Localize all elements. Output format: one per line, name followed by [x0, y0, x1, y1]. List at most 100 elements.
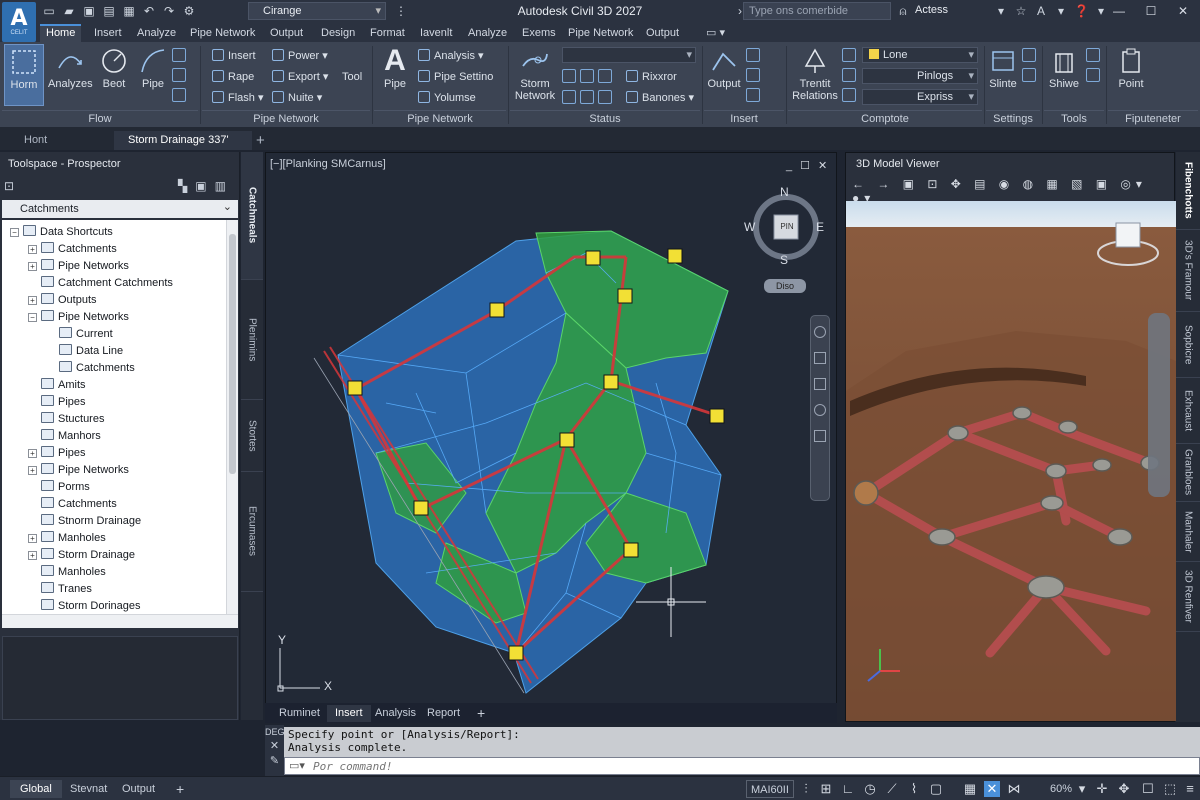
- isolate-objects-icon[interactable]: ☐: [1140, 781, 1156, 797]
- workspace-select[interactable]: Cirange: [248, 2, 386, 20]
- nuite-tool-button[interactable]: Nuite ▾: [272, 90, 322, 106]
- tree-item[interactable]: − Data Shortcuts: [10, 224, 113, 241]
- power-tool-button[interactable]: Power ▾: [272, 48, 328, 64]
- new-icon[interactable]: ▭: [42, 4, 56, 18]
- tree-vertical-scrollbar[interactable]: [226, 220, 238, 614]
- font-a-icon[interactable]: A: [1034, 4, 1048, 18]
- collapse-icon[interactable]: −: [28, 313, 37, 322]
- workspace-switch-icon[interactable]: ⋈: [1006, 781, 1022, 797]
- tool-button[interactable]: Tool: [342, 69, 362, 85]
- ribbon-tab-output[interactable]: Output: [264, 24, 309, 42]
- tree-item[interactable]: + Manholes: [28, 530, 106, 547]
- structure-marker[interactable]: [623, 542, 639, 558]
- settings-b-icon[interactable]: [1022, 68, 1036, 82]
- dropdown-icon[interactable]: ▾: [994, 4, 1008, 18]
- tree-item[interactable]: Manhors: [28, 428, 101, 445]
- right-tab-3d-renfiver[interactable]: 3D Renfiver: [1176, 562, 1200, 632]
- ribbon-tab-analyze-2[interactable]: Analyze: [462, 24, 513, 42]
- polyline-icon[interactable]: [172, 68, 186, 82]
- tools-panel-title[interactable]: Tools: [1044, 110, 1104, 126]
- expriss-select[interactable]: Expriss: [862, 89, 978, 105]
- ribbon-tab-home[interactable]: Home: [40, 24, 82, 42]
- tree-item[interactable]: Catchment Catchments: [28, 275, 173, 292]
- insert-c-icon[interactable]: [746, 88, 760, 102]
- ribbon-tab-insert[interactable]: Insert: [88, 24, 128, 42]
- prospector-filter-select[interactable]: Catchments: [2, 198, 238, 218]
- expand-icon[interactable]: +: [28, 296, 37, 305]
- insert-tool-button[interactable]: Insert: [212, 48, 256, 64]
- ribbon-tab-output-2[interactable]: Output: [640, 24, 685, 42]
- viewer-scene[interactable]: [846, 201, 1176, 721]
- customization-menu-icon[interactable]: ≡: [1182, 781, 1198, 797]
- rixxror-button[interactable]: Rixxror: [626, 69, 677, 85]
- status-tool-f-icon[interactable]: [598, 90, 612, 104]
- tree-item[interactable]: + Pipe Networks: [28, 462, 129, 479]
- layout-tab-analysis[interactable]: Analysis: [367, 705, 424, 722]
- structure-marker[interactable]: [559, 432, 575, 448]
- structure-marker[interactable]: [585, 250, 601, 266]
- right-tab-sopbicre[interactable]: Sopbicre: [1176, 312, 1200, 378]
- polar-icon[interactable]: ◷: [862, 781, 878, 797]
- status-tab-stevnat[interactable]: Stevnat: [60, 780, 117, 798]
- status-tool-b-icon[interactable]: [580, 69, 594, 83]
- structure-marker[interactable]: [489, 302, 505, 318]
- status-tool-c-icon[interactable]: [598, 69, 612, 83]
- hardware-acceleration-icon[interactable]: ⬚: [1162, 781, 1178, 797]
- ribbon-tab-pipe-network-2[interactable]: Pipe Network: [562, 24, 639, 42]
- tree-item[interactable]: − Pipe Networks: [28, 309, 129, 326]
- showmotion-icon[interactable]: [814, 430, 826, 442]
- layout-tab-insert[interactable]: Insert: [327, 705, 371, 722]
- structure-marker[interactable]: [709, 408, 725, 424]
- side-tab-catchmeals[interactable]: Catchmeals: [241, 152, 263, 280]
- settings-a-icon[interactable]: [1022, 48, 1036, 62]
- ortho-icon[interactable]: ∟: [840, 781, 856, 797]
- isodraft-icon[interactable]: ⟋: [884, 781, 900, 797]
- expand-icon[interactable]: +: [28, 245, 37, 254]
- tree-item[interactable]: Catchments: [46, 360, 135, 377]
- tree-item[interactable]: + Pipe Networks: [28, 258, 129, 275]
- status-tool-a-icon[interactable]: [562, 69, 576, 83]
- prospector-tool-icon[interactable]: ⊡: [4, 179, 14, 193]
- command-close-icon[interactable]: ✕: [265, 739, 284, 752]
- print-icon[interactable]: ▦: [122, 4, 136, 18]
- collapse-icon[interactable]: −: [10, 228, 19, 237]
- storm-network-button[interactable]: Storm Network: [512, 46, 558, 102]
- structure-marker[interactable]: [508, 645, 524, 661]
- insert-b-icon[interactable]: [746, 68, 760, 82]
- structure-marker[interactable]: [347, 380, 363, 396]
- user-icon[interactable]: ⍝: [896, 3, 910, 19]
- layout-add-plus-icon[interactable]: +: [469, 705, 493, 722]
- insert-panel-title[interactable]: Insert: [704, 110, 784, 126]
- tree-item[interactable]: Data Line: [46, 343, 123, 360]
- drawing-viewport[interactable]: [−][Planking SMCarnus] _☐✕ Y X N S E W P…: [265, 152, 837, 722]
- banones-button[interactable]: Banones ▾: [626, 90, 694, 106]
- status-combo[interactable]: [562, 47, 696, 63]
- object-snap-icon[interactable]: ▢: [928, 781, 944, 797]
- right-tab-manhaler[interactable]: Manhaler: [1176, 502, 1200, 562]
- pipe-network-panel-title[interactable]: Pipe Network: [202, 110, 370, 126]
- application-menu-button[interactable]: A CELIT: [2, 2, 36, 42]
- compass-north[interactable]: N: [780, 185, 789, 199]
- grid-display-icon[interactable]: ⫶: [798, 781, 814, 797]
- prospector-view-icons[interactable]: ▚▣▥: [178, 179, 234, 193]
- tree-horizontal-scrollbar[interactable]: [2, 614, 238, 628]
- snap-mode-icon[interactable]: ⊞: [818, 781, 834, 797]
- workspace-gear-icon[interactable]: ⚙: [182, 4, 196, 18]
- layer-props-icon[interactable]: [842, 88, 856, 102]
- open-icon[interactable]: ▰: [62, 4, 76, 18]
- insert-a-icon[interactable]: [746, 48, 760, 62]
- save-icon[interactable]: ▣: [82, 4, 96, 18]
- signin-label[interactable]: Actess: [915, 4, 948, 16]
- new-tab-plus-icon[interactable]: +: [250, 131, 271, 150]
- tree-item[interactable]: Amits: [28, 377, 86, 394]
- tree-item[interactable]: Storm Dorinages: [28, 598, 141, 614]
- shiwe-button[interactable]: Shiwe: [1046, 46, 1082, 90]
- expand-icon[interactable]: +: [28, 466, 37, 475]
- settings-panel-title[interactable]: Settings: [986, 110, 1040, 126]
- lines-icon[interactable]: [842, 68, 856, 82]
- tree-item[interactable]: Pipes: [28, 394, 86, 411]
- layer-icon[interactable]: [842, 48, 856, 62]
- right-tab-fibenchotts[interactable]: Fibenchotts: [1176, 152, 1200, 230]
- linetype-lone-select[interactable]: Lone: [862, 47, 978, 63]
- status-tool-e-icon[interactable]: [580, 90, 594, 104]
